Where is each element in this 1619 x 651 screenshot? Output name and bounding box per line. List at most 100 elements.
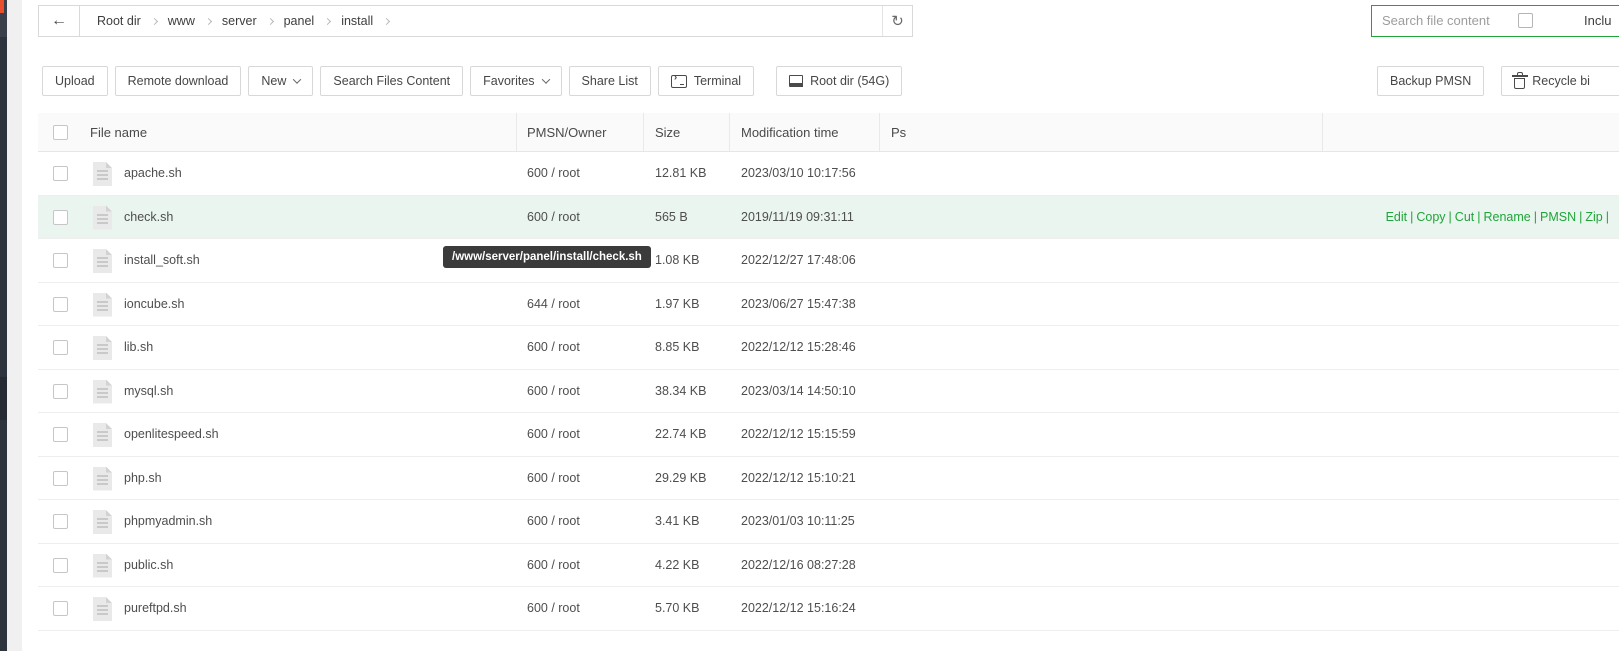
select-all-checkbox[interactable] — [53, 125, 68, 140]
favorites-dropdown-button[interactable]: Favorites — [470, 66, 562, 96]
file-mtime: 2022/12/12 15:16:24 — [741, 601, 856, 615]
table-row[interactable]: openlitespeed.sh 600 / root 22.74 KB 202… — [38, 413, 1619, 457]
file-size: 8.85 KB — [655, 340, 700, 354]
file-icon — [93, 379, 112, 404]
upload-button[interactable]: Upload — [42, 66, 108, 96]
file-size: 12.81 KB — [655, 166, 707, 180]
row-checkbox[interactable] — [53, 557, 68, 573]
refresh-button[interactable]: ↻ — [882, 6, 912, 36]
file-icon-fold — [106, 249, 112, 255]
file-mtime: 2022/12/16 08:27:28 — [741, 557, 856, 572]
file-name[interactable]: pureftpd.sh — [124, 587, 187, 631]
terminal-icon — [670, 72, 687, 88]
row-checkbox[interactable] — [53, 383, 68, 399]
row-checkbox[interactable] — [53, 427, 68, 442]
row-action-copy[interactable]: Copy — [1416, 210, 1445, 224]
file-mtime: 2022/12/12 15:10:21 — [741, 470, 856, 485]
table-row[interactable]: pureftpd.sh 600 / root 5.70 KB 2022/12/1… — [38, 587, 1619, 631]
file-size: 29.29 KB — [655, 470, 707, 485]
file-name[interactable]: mysql.sh — [124, 370, 173, 414]
file-owner: 600 / root — [527, 601, 580, 615]
file-name[interactable]: lib.sh — [124, 326, 153, 370]
sidebar-orange-accent — [0, 0, 4, 13]
file-owner: 600 / root — [527, 383, 580, 398]
file-size: 22.74 KB — [655, 427, 707, 441]
row-checkbox[interactable] — [53, 601, 68, 616]
header-modification-time[interactable]: Modification time — [741, 113, 839, 152]
file-icon-fold — [106, 162, 112, 168]
table-row[interactable]: apache.sh 600 / root 12.81 KB 2023/03/10… — [38, 152, 1619, 196]
breadcrumb-item[interactable]: panel — [284, 14, 315, 28]
file-icon-lines — [97, 257, 108, 259]
file-name[interactable]: install_soft.sh — [124, 239, 200, 283]
header-ps[interactable]: Ps — [891, 113, 906, 152]
share-list-button[interactable]: Share List — [568, 66, 651, 96]
action-separator: | — [1477, 209, 1481, 224]
file-name[interactable]: phpmyadmin.sh — [124, 500, 212, 544]
file-icon — [93, 292, 112, 317]
file-name[interactable]: apache.sh — [124, 152, 182, 196]
file-name[interactable]: public.sh — [124, 544, 173, 588]
file-owner: 600 / root — [527, 340, 580, 354]
header-size[interactable]: Size — [655, 113, 680, 152]
file-mtime: 2023/03/10 10:17:56 — [741, 166, 856, 180]
file-icon-lines — [97, 561, 108, 564]
root-dir-button[interactable]: Root dir (54G) — [776, 66, 903, 96]
file-name[interactable]: check.sh — [124, 196, 173, 240]
row-action-cut[interactable]: Cut — [1455, 210, 1474, 224]
include-checkbox[interactable] — [1518, 13, 1533, 28]
table-row[interactable]: phpmyadmin.sh 600 / root 3.41 KB 2023/01… — [38, 500, 1619, 544]
table-row[interactable]: public.sh 600 / root 4.22 KB 2022/12/16 … — [38, 543, 1619, 588]
header-owner[interactable]: PMSN/Owner — [527, 113, 606, 152]
breadcrumb-item[interactable]: server — [222, 14, 257, 28]
file-icon — [93, 205, 112, 230]
row-action-zip[interactable]: Zip — [1585, 210, 1602, 224]
header-separator — [879, 113, 880, 151]
breadcrumb-item[interactable]: www — [168, 14, 195, 28]
row-checkbox[interactable] — [53, 166, 68, 181]
action-separator: | — [1410, 209, 1414, 224]
path-bar: ← Root dir www server panel install ↻ — [38, 5, 913, 37]
file-name[interactable]: php.sh — [124, 457, 162, 501]
file-mtime: 2023/06/27 15:47:38 — [741, 296, 856, 311]
row-action-rename[interactable]: Rename — [1484, 210, 1531, 224]
recycle-bin-button[interactable]: Recycle bi — [1501, 66, 1619, 96]
table-row[interactable]: ioncube.sh 644 / root 1.97 KB 2023/06/27… — [38, 282, 1619, 327]
row-checkbox[interactable] — [53, 296, 68, 312]
breadcrumb-item[interactable]: Root dir — [97, 14, 141, 28]
search-files-content-button[interactable]: Search Files Content — [320, 66, 464, 96]
header-file-name[interactable]: File name — [90, 113, 147, 152]
row-checkbox[interactable] — [53, 470, 68, 486]
sidebar-active-item — [0, 377, 7, 420]
table-row[interactable]: lib.sh 600 / root 8.85 KB 2022/12/12 15:… — [38, 326, 1619, 370]
remote-download-button[interactable]: Remote download — [114, 66, 242, 96]
file-mtime: 2019/11/19 09:31:11 — [741, 209, 854, 224]
file-manager-panel: ← Root dir www server panel install ↻ Search… — [22, 0, 1619, 651]
toolbar-right: Backup PMSN Recycle bi — [1377, 66, 1619, 96]
row-checkbox[interactable] — [53, 340, 68, 355]
file-mtime: 2023/03/14 14:50:10 — [741, 383, 856, 398]
row-action-pmsn[interactable]: PMSN — [1540, 210, 1576, 224]
row-checkbox[interactable] — [53, 514, 68, 529]
row-checkbox[interactable] — [53, 253, 68, 268]
search-input[interactable]: Search file content — [1382, 6, 1490, 36]
header-separator — [1322, 113, 1323, 151]
file-mtime: 2022/12/12 15:28:46 — [741, 340, 856, 354]
backup-pmsn-button[interactable]: Backup PMSN — [1377, 66, 1485, 96]
terminal-button[interactable]: Terminal — [657, 66, 755, 96]
table-row[interactable]: mysql.sh 600 / root 38.34 KB 2023/03/14 … — [38, 369, 1619, 414]
back-button[interactable]: ← — [39, 6, 80, 36]
action-separator: | — [1448, 209, 1452, 224]
table-row[interactable]: install_soft.sh 1.08 KB 2022/12/27 17:48… — [38, 239, 1619, 283]
table-row[interactable]: check.sh 600 / root 565 B 2019/11/19 09:… — [38, 195, 1619, 240]
file-icon-fold — [106, 205, 112, 212]
row-checkbox[interactable] — [53, 209, 68, 225]
include-label: Inclu — [1584, 13, 1612, 28]
new-dropdown-button[interactable]: New — [248, 66, 314, 96]
file-name[interactable]: openlitespeed.sh — [124, 413, 219, 457]
table-row[interactable]: php.sh 600 / root 29.29 KB 2022/12/12 15… — [38, 456, 1619, 501]
file-name[interactable]: ioncube.sh — [124, 283, 184, 327]
breadcrumb-item[interactable]: install — [341, 14, 373, 28]
file-mtime: 2023/01/03 10:11:25 — [741, 514, 855, 528]
row-action-edit[interactable]: Edit — [1386, 210, 1408, 224]
